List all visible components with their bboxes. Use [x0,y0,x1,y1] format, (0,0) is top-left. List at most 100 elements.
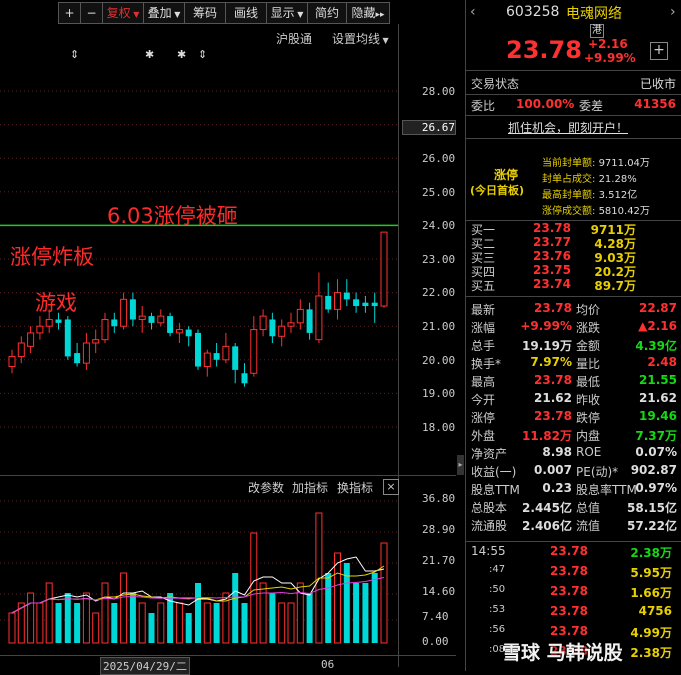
set-ma-button[interactable]: 设置均线 ▼ [332,30,389,47]
volume-bar [157,602,165,644]
limit-up-key: 当前封单额: [542,158,596,169]
diejia-label: 叠加 [147,6,172,20]
quote-grid: 最新 23.78 均价 22.87 涨幅 +9.99% 涨跌 ▲2.16 总手 19.19万 金额 4… [466,301,681,541]
quote-value: 57.22亿 [627,519,677,533]
next-stock-icon[interactable]: › [670,4,676,20]
candle-body [92,339,100,344]
tick-price: 23.78 [550,564,588,578]
quote-row: 涨停 23.78 跌停 19.46 [466,409,681,427]
tick-row[interactable]: :53 23.78 4756 [466,604,681,622]
candle-body [343,292,350,300]
tick-time: :08 [489,644,506,655]
zoom-in-button[interactable]: + [58,2,81,24]
quote-row: 总手 19.19万 金额 4.39亿 [466,337,681,355]
stock-name: 电魂网络 [566,6,622,22]
quote-label: 量比 [576,357,601,371]
caret-down-icon: ▼ [380,36,389,45]
candle-body [296,308,304,324]
fuquan-button[interactable]: 复权 ▼ [103,2,144,24]
limit-up-val: 21.28% [598,174,637,185]
diejia-button[interactable]: 叠加 ▼ [144,2,185,24]
volume-bar [334,552,341,644]
price-axis: 28.00 26.00 25.00 24.00 23.00 22.00 21.0… [400,0,456,460]
limit-up-row: 最高封单额: 3.512亿 [542,186,637,201]
xianshi-button[interactable]: 显示 ▼ [267,2,308,24]
add-watchlist-button[interactable]: + [650,42,668,60]
limit-up-key: 最高封单额: [542,190,596,201]
volume-tick: 7.40 [422,610,449,623]
annotation-limit-up-broken: 6.03涨停被砸 [107,204,238,228]
candle-body [45,318,53,327]
candle-body [8,355,16,368]
panel-collapse-handle[interactable]: ▸ [457,455,464,475]
quote-value: 23.78 [534,409,572,423]
bid-price: 23.74 [533,277,571,291]
volume-chart[interactable] [0,495,398,645]
quote-row: 涨幅 +9.99% 涨跌 ▲2.16 [466,319,681,337]
weicha-value: 41356 [634,97,676,111]
separator [466,138,681,139]
watermark: 雪球 马韩说股 [502,642,623,664]
price-tick: 22.00 [422,286,456,299]
candle-body [55,319,62,323]
quote-label: 涨幅 [471,321,496,335]
quote-value: 2.445亿 [522,501,572,515]
volume-bar [241,603,248,643]
yincang-button[interactable]: 隐藏▸▸ [347,2,390,24]
prev-stock-icon[interactable]: ‹ [470,4,476,20]
bid-row[interactable]: 买五 23.74 89.7万 [466,277,681,295]
chart-toolbar: + − 复权 ▼ 叠加 ▼ 筹码 画线 显示 ▼ 简约 隐藏▸▸ [58,2,390,24]
quote-value: ▲2.16 [638,319,677,333]
gaicanshu-button[interactable]: 改参数 [248,479,284,496]
zoom-out-button[interactable]: − [81,2,103,24]
tick-time: 14:55 [471,544,506,558]
candle-body [175,329,183,334]
limit-up-val: 3.512亿 [598,190,638,201]
candle-body [278,325,286,337]
quote-value: 7.37万 [635,429,677,443]
huaxian-button[interactable]: 画线 [226,2,267,24]
jianyue-button[interactable]: 简约 [308,2,347,24]
quote-label: 净资产 [471,447,508,461]
candle-body [27,332,35,347]
close-indicator-button[interactable]: × [383,479,399,495]
quote-label: 流值 [576,519,601,533]
candle-body [157,315,165,324]
jiazhibiao-button[interactable]: 加指标 [292,479,328,496]
quote-value: 21.62 [639,391,677,405]
volume-bar [27,592,35,644]
volume-tick: 28.90 [422,523,456,536]
price-tick: 26.00 [422,152,456,165]
bid-volume: 89.7万 [594,279,636,293]
quote-label: 均价 [576,303,601,317]
volume-bar [129,593,136,643]
candle-body [306,309,313,333]
hugutong-link[interactable]: 沪股通 [276,30,312,47]
limit-up-row: 涨停成交额: 5810.42万 [542,202,650,217]
tick-row[interactable]: :50 23.78 1.66万 [466,584,681,602]
volume-tick: 36.80 [422,492,456,505]
volume-bar [92,612,100,644]
tick-row[interactable]: :47 23.78 5.95万 [466,564,681,582]
huanzhibiao-button[interactable]: 换指标 [337,479,373,496]
volume-axis: 36.80 28.90 21.70 14.60 7.40 0.00 [400,490,456,650]
quote-label: 总值 [576,501,601,515]
volume-tick: 14.60 [422,585,456,598]
candle-body [362,302,369,307]
open-account-link[interactable]: 抓住机会，即刻开户！ [508,119,628,136]
yincang-label: 隐藏 [351,6,376,20]
candle-body [213,353,220,360]
date-axis: 2025/04/29/二 06 [0,655,456,675]
candle-body [167,316,174,333]
price-tick: 21.00 [422,320,456,333]
weibi-label: 委比 [471,99,496,113]
quote-value: 21.55 [639,373,677,387]
volume-bar [45,582,53,644]
quote-row: 流通股 2.406亿 流值 57.22亿 [466,517,681,535]
date-label: 2025/04/29/二 [100,657,190,675]
tick-row[interactable]: 14:55 23.78 2.38万 [466,544,681,562]
quote-label: 换手* [471,357,502,371]
volume-bar [371,573,378,643]
chouma-button[interactable]: 筹码 [185,2,226,24]
quote-value: 7.97% [530,355,572,369]
